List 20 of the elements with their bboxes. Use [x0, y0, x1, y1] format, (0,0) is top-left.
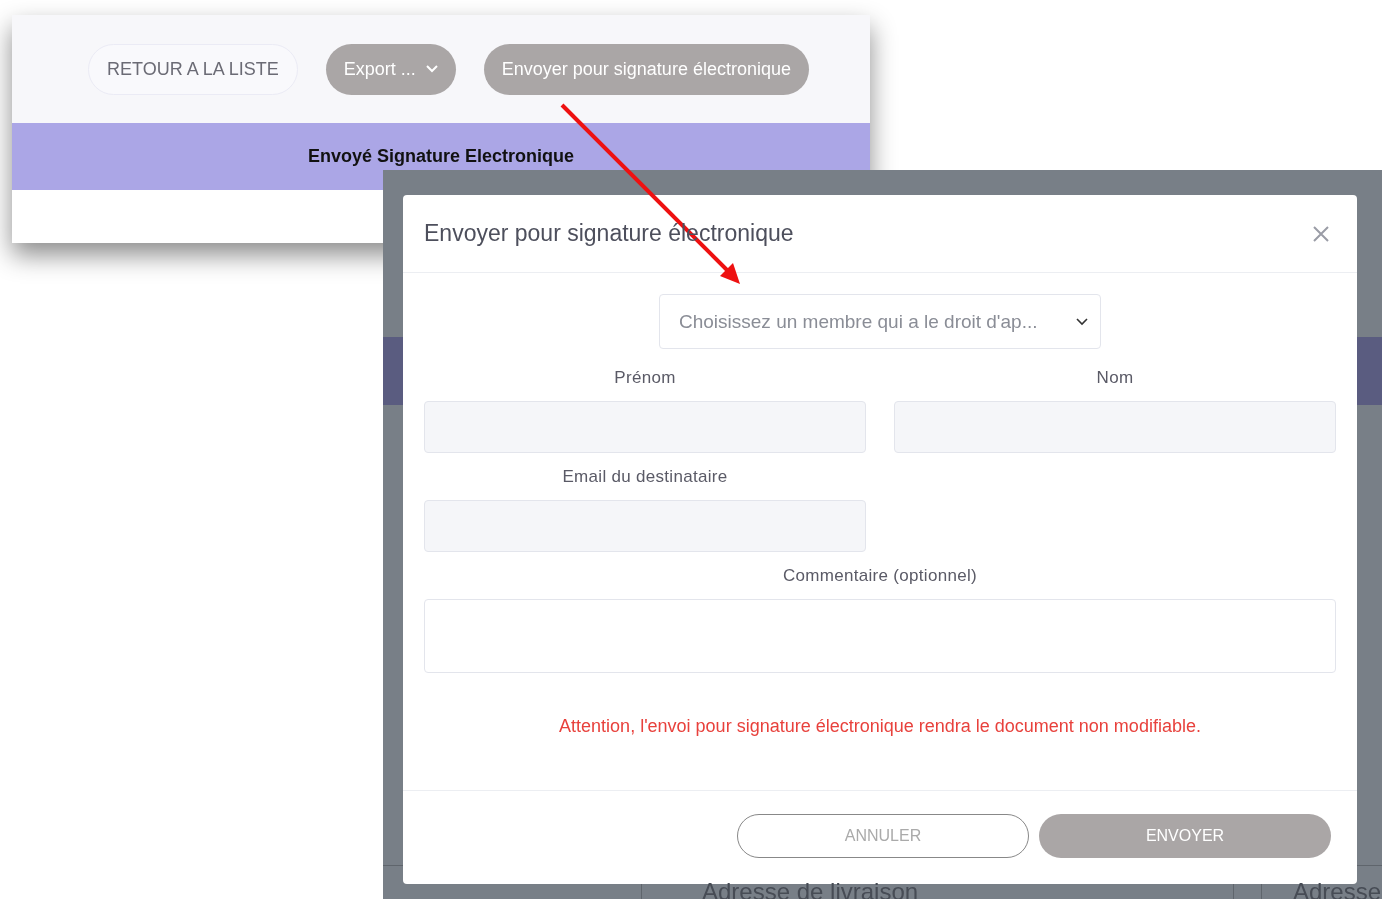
field-label: Prénom	[614, 367, 676, 388]
chevron-down-icon	[425, 65, 438, 73]
toolbar-button[interactable]: Envoyer pour signature électronique	[483, 43, 809, 95]
comment-textarea[interactable]	[424, 599, 1336, 673]
status-text: Envoyé Signature Electronique	[307, 146, 575, 167]
input-field[interactable]	[424, 500, 866, 552]
member-select[interactable]: Choisissez un membre qui a le droit d'ap...	[659, 294, 1101, 349]
export-dropdown[interactable]: Export ...	[325, 43, 456, 95]
input-field[interactable]	[894, 401, 1336, 453]
warning-text: Attention, l'envoi pour signature électronique rendra le document non modifiable.	[559, 716, 1201, 737]
input-field[interactable]	[424, 401, 866, 453]
send-button[interactable]: ENVOYER	[1039, 813, 1331, 858]
select-placeholder: Choisissez un membre qui a le droit d'ap...	[679, 310, 1038, 333]
cancel-button[interactable]: ANNULER	[737, 813, 1029, 858]
toolbar-button[interactable]: RETOUR A LA LISTE	[88, 43, 298, 95]
close-icon[interactable]	[1313, 225, 1329, 242]
chevron-down-icon	[1076, 317, 1088, 326]
field-label: Nom	[1096, 367, 1134, 388]
field-label: Email du destinataire	[562, 466, 728, 487]
field-label: Commentaire (optionnel)	[783, 565, 977, 586]
